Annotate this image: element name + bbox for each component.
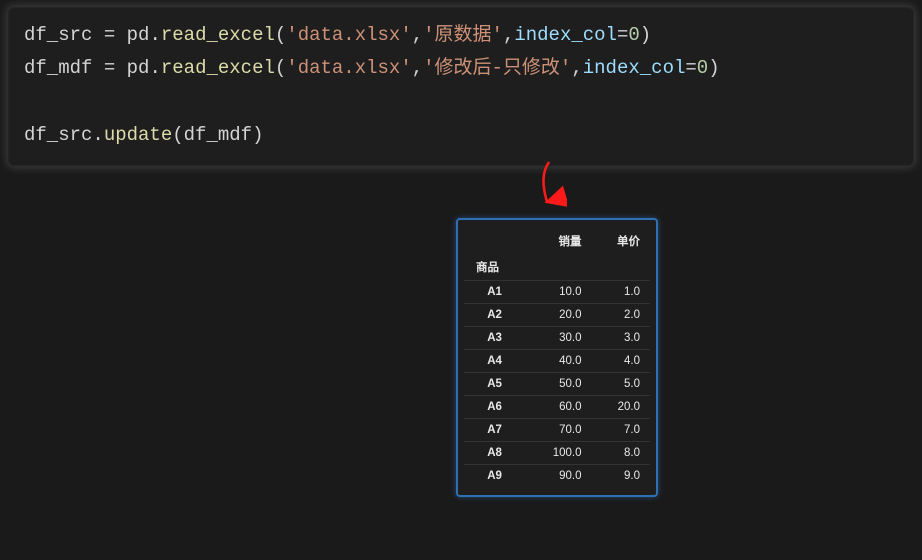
cell-value: 50.0 bbox=[525, 373, 591, 396]
cell-value: 1.0 bbox=[592, 281, 650, 304]
row-index: A7 bbox=[464, 419, 525, 442]
code-dot: . bbox=[92, 124, 103, 146]
row-index: A5 bbox=[464, 373, 525, 396]
code-kwarg: index_col bbox=[514, 24, 617, 46]
table-row: A550.05.0 bbox=[464, 373, 650, 396]
cell-value: 7.0 bbox=[592, 419, 650, 442]
code-func: read_excel bbox=[161, 24, 275, 46]
code-line-3: df_src.update(df_mdf) bbox=[24, 119, 898, 152]
code-paren-close: ) bbox=[640, 24, 651, 46]
cell-value: 3.0 bbox=[592, 327, 650, 350]
code-dot: . bbox=[149, 57, 160, 79]
code-number: 0 bbox=[697, 57, 708, 79]
code-paren-open: ( bbox=[275, 57, 286, 79]
cell-value: 8.0 bbox=[592, 442, 650, 465]
code-paren-close: ) bbox=[708, 57, 719, 79]
code-func: update bbox=[104, 124, 172, 146]
code-var: df_src bbox=[24, 24, 92, 46]
column-header: 销量 bbox=[525, 228, 591, 254]
arrow-down-icon bbox=[527, 160, 567, 220]
output-panel: 销量 单价 商品 A110.01.0 A220.02.0 A330.03.0 A… bbox=[456, 218, 658, 497]
cell-value: 60.0 bbox=[525, 396, 591, 419]
code-string-arg: 'data.xlsx' bbox=[286, 57, 411, 79]
table-row: A440.04.0 bbox=[464, 350, 650, 373]
column-header-row: 销量 单价 bbox=[464, 228, 650, 254]
code-assign: = bbox=[92, 57, 126, 79]
row-index: A2 bbox=[464, 304, 525, 327]
code-string-arg: '原数据' bbox=[423, 24, 503, 46]
code-comma: , bbox=[412, 24, 423, 46]
table-row: A220.02.0 bbox=[464, 304, 650, 327]
row-index: A4 bbox=[464, 350, 525, 373]
table-row: A660.020.0 bbox=[464, 396, 650, 419]
row-index: A9 bbox=[464, 465, 525, 488]
cell-value: 9.0 bbox=[592, 465, 650, 488]
code-comma: , bbox=[571, 57, 582, 79]
output-table: 销量 单价 商品 A110.01.0 A220.02.0 A330.03.0 A… bbox=[464, 228, 650, 487]
code-paren-open: ( bbox=[172, 124, 183, 146]
table-row: A990.09.0 bbox=[464, 465, 650, 488]
index-name: 商品 bbox=[464, 254, 525, 281]
cell-value: 2.0 bbox=[592, 304, 650, 327]
code-var: df_src bbox=[24, 124, 92, 146]
code-func: read_excel bbox=[161, 57, 275, 79]
code-comma: , bbox=[412, 57, 423, 79]
cell-value: 40.0 bbox=[525, 350, 591, 373]
table-row: A330.03.0 bbox=[464, 327, 650, 350]
code-block: df_src = pd.read_excel('data.xlsx','原数据'… bbox=[8, 7, 914, 166]
cell-value: 10.0 bbox=[525, 281, 591, 304]
code-arg: df_mdf bbox=[184, 124, 252, 146]
cell-value: 20.0 bbox=[592, 396, 650, 419]
code-var: df_mdf bbox=[24, 57, 92, 79]
code-line-2: df_mdf = pd.read_excel('data.xlsx','修改后-… bbox=[24, 52, 898, 85]
code-blank-line bbox=[24, 86, 898, 119]
code-dot: . bbox=[149, 24, 160, 46]
code-paren-open: ( bbox=[275, 24, 286, 46]
column-header: 单价 bbox=[592, 228, 650, 254]
code-comma: , bbox=[503, 24, 514, 46]
code-string-arg: '修改后-只修改' bbox=[423, 57, 571, 79]
table-row: A770.07.0 bbox=[464, 419, 650, 442]
cell-value: 90.0 bbox=[525, 465, 591, 488]
code-kwarg: index_col bbox=[583, 57, 686, 79]
index-col-blank bbox=[464, 228, 525, 254]
cell-value: 5.0 bbox=[592, 373, 650, 396]
cell-value: 20.0 bbox=[525, 304, 591, 327]
code-number: 0 bbox=[628, 24, 639, 46]
code-line-1: df_src = pd.read_excel('data.xlsx','原数据'… bbox=[24, 19, 898, 52]
code-string-arg: 'data.xlsx' bbox=[286, 24, 411, 46]
code-eq: = bbox=[617, 24, 628, 46]
row-index: A8 bbox=[464, 442, 525, 465]
code-assign: = bbox=[92, 24, 126, 46]
code-paren-close: ) bbox=[252, 124, 263, 146]
table-row: A110.01.0 bbox=[464, 281, 650, 304]
code-module: pd bbox=[127, 24, 150, 46]
cell-value: 30.0 bbox=[525, 327, 591, 350]
index-name-row: 商品 bbox=[464, 254, 650, 281]
cell-value: 100.0 bbox=[525, 442, 591, 465]
cell-value: 4.0 bbox=[592, 350, 650, 373]
row-index: A3 bbox=[464, 327, 525, 350]
code-module: pd bbox=[127, 57, 150, 79]
row-index: A6 bbox=[464, 396, 525, 419]
output-tbody: A110.01.0 A220.02.0 A330.03.0 A440.04.0 … bbox=[464, 281, 650, 488]
row-index: A1 bbox=[464, 281, 525, 304]
cell-value: 70.0 bbox=[525, 419, 591, 442]
code-eq: = bbox=[685, 57, 696, 79]
table-row: A8100.08.0 bbox=[464, 442, 650, 465]
